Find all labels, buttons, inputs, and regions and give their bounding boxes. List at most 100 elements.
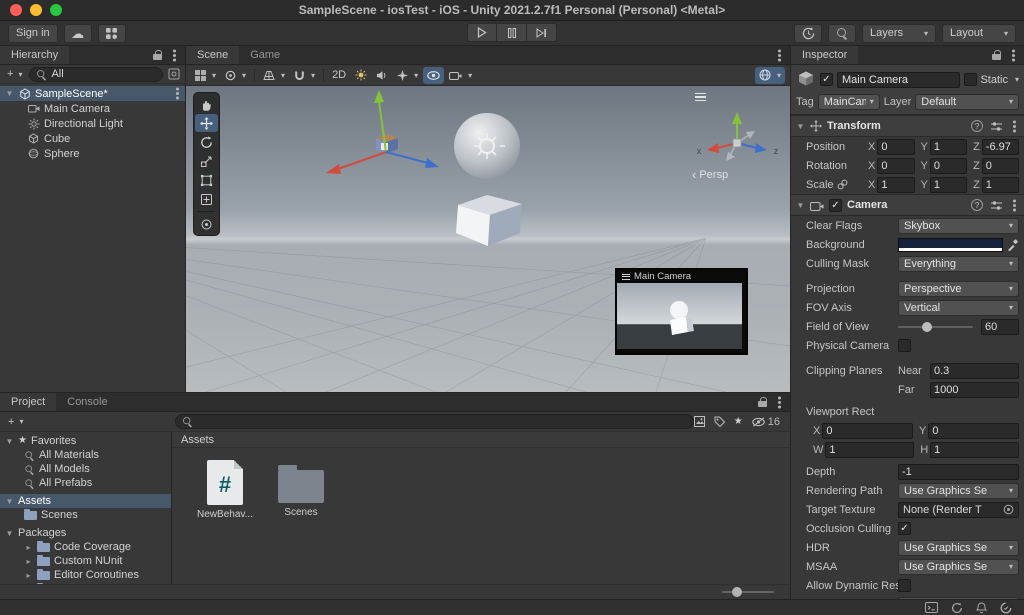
transform-tool[interactable] xyxy=(195,190,218,208)
tab-project[interactable]: Project xyxy=(0,393,56,411)
pause-button[interactable] xyxy=(497,23,527,42)
position-z-field[interactable]: -6.97 xyxy=(982,139,1019,155)
tree-row-packages[interactable]: ▼ Packages xyxy=(0,526,171,540)
tab-hierarchy[interactable]: Hierarchy xyxy=(0,46,69,64)
tree-row-assets[interactable]: ▼ Assets xyxy=(0,494,171,508)
help-icon[interactable]: ? xyxy=(971,120,983,132)
overlay-menu-icon[interactable] xyxy=(695,93,706,101)
depth-field[interactable]: -1 xyxy=(898,464,1019,480)
kebab-menu-icon[interactable] xyxy=(176,92,179,95)
culling-mask-dropdown[interactable]: Everything▾ xyxy=(898,256,1019,272)
2d-toggle[interactable]: 2D xyxy=(328,67,350,84)
lock-icon[interactable] xyxy=(153,50,162,61)
rotate-tool[interactable] xyxy=(195,133,218,151)
static-checkbox[interactable] xyxy=(964,73,977,86)
tag-dropdown[interactable]: MainCam▾ xyxy=(818,94,880,110)
move-gizmo[interactable] xyxy=(326,90,439,174)
tree-row-code-coverage[interactable]: ▸Code Coverage xyxy=(0,540,171,554)
tool-settings-dropdown[interactable]: ▾ xyxy=(191,67,220,84)
hand-tool[interactable] xyxy=(195,95,218,113)
background-color-swatch[interactable] xyxy=(898,238,1003,252)
tree-row-all-materials[interactable]: All Materials xyxy=(0,448,171,462)
sphere-object[interactable] xyxy=(454,113,520,179)
viewport-y-field[interactable]: 0 xyxy=(928,423,1019,439)
tree-row-editor-coroutines[interactable]: ▸Editor Coroutines xyxy=(0,568,171,582)
rotation-y-field[interactable]: 0 xyxy=(930,158,967,174)
scene-viewport[interactable]: x z ‹ Persp Main Camera xyxy=(186,86,790,392)
hierarchy-row-sphere[interactable]: Sphere xyxy=(0,146,185,161)
play-button[interactable] xyxy=(467,23,497,42)
viewport-h-field[interactable]: 1 xyxy=(930,442,1019,458)
fold-caret-icon[interactable]: ▸ xyxy=(24,571,33,580)
gameobject-name-field[interactable]: Main Camera xyxy=(837,72,960,88)
zoom-window-button[interactable] xyxy=(50,4,62,16)
cube-object[interactable] xyxy=(456,195,522,246)
transform-component-header[interactable]: ▼ Transform ? xyxy=(791,115,1024,137)
scene-visibility-toggle[interactable] xyxy=(423,67,444,84)
far-clip-field[interactable]: 1000 xyxy=(930,382,1019,398)
fov-axis-dropdown[interactable]: Vertical▾ xyxy=(898,300,1019,316)
hierarchy-row-cube[interactable]: Cube xyxy=(0,131,185,146)
kebab-menu-icon[interactable] xyxy=(778,54,781,57)
position-y-field[interactable]: 1 xyxy=(930,139,967,155)
gizmos-dropdown[interactable]: ▾ xyxy=(755,67,785,84)
fold-caret-icon[interactable]: ▼ xyxy=(5,497,14,506)
create-object-button[interactable]: +▾ xyxy=(5,68,24,80)
fold-caret-icon[interactable]: ▼ xyxy=(5,437,14,446)
scale-z-field[interactable]: 1 xyxy=(982,177,1019,193)
fold-caret-icon[interactable]: ▼ xyxy=(5,529,14,538)
project-search-input[interactable] xyxy=(197,416,686,428)
snap-dropdown[interactable]: ▾ xyxy=(290,67,319,84)
notifications-icon[interactable] xyxy=(976,602,987,614)
help-icon[interactable]: ? xyxy=(971,199,983,211)
fold-caret-icon[interactable]: ▼ xyxy=(5,89,14,98)
slider-knob[interactable] xyxy=(732,587,742,597)
kebab-menu-icon[interactable] xyxy=(1013,204,1016,207)
rendering-path-dropdown[interactable]: Use Graphics Se▾ xyxy=(898,483,1019,499)
hierarchy-row-directional-light[interactable]: Directional Light xyxy=(0,116,185,131)
kebab-menu-icon[interactable] xyxy=(1012,54,1015,57)
close-window-button[interactable] xyxy=(10,4,22,16)
viewport-x-field[interactable]: 0 xyxy=(822,423,913,439)
occlusion-culling-checkbox[interactable]: ✓ xyxy=(898,522,911,535)
tab-inspector[interactable]: Inspector xyxy=(791,46,858,64)
favorites-star-icon[interactable]: ★ xyxy=(734,417,743,427)
layout-dropdown[interactable]: Layout▾ xyxy=(942,24,1016,43)
plastic-scm-button[interactable] xyxy=(98,24,126,43)
kebab-menu-icon[interactable] xyxy=(778,401,781,404)
slider-knob[interactable] xyxy=(922,322,932,332)
perspective-indicator[interactable]: ‹ Persp xyxy=(692,168,728,181)
fov-slider[interactable] xyxy=(898,326,973,328)
thumbnail-zoom-slider[interactable] xyxy=(722,591,774,593)
search-button[interactable] xyxy=(828,24,856,43)
camera-settings-dropdown[interactable]: ▾ xyxy=(445,67,476,84)
undo-history-button[interactable] xyxy=(794,24,822,43)
scene-picker-icon[interactable] xyxy=(168,68,180,80)
dynamic-resolution-checkbox[interactable] xyxy=(898,579,911,592)
clear-flags-dropdown[interactable]: Skybox▾ xyxy=(898,218,1019,234)
tab-scene[interactable]: Scene xyxy=(186,46,239,64)
object-picker-icon[interactable] xyxy=(1003,504,1014,515)
tree-row-custom-nunit[interactable]: ▸Custom NUnit xyxy=(0,554,171,568)
scale-x-field[interactable]: 1 xyxy=(877,177,914,193)
presets-icon[interactable] xyxy=(990,121,1003,132)
effects-dropdown[interactable]: ▾ xyxy=(393,67,422,84)
position-x-field[interactable]: 0 xyxy=(877,139,914,155)
projection-dropdown[interactable]: Perspective▾ xyxy=(898,281,1019,297)
rotation-x-field[interactable]: 0 xyxy=(877,158,914,174)
minimize-window-button[interactable] xyxy=(30,4,42,16)
tree-row-all-prefabs[interactable]: All Prefabs xyxy=(0,476,171,490)
physical-camera-checkbox[interactable] xyxy=(898,339,911,352)
near-clip-field[interactable]: 0.3 xyxy=(930,363,1019,379)
hierarchy-row-main-camera[interactable]: Main Camera xyxy=(0,101,185,116)
gameobject-icon[interactable] xyxy=(796,70,816,89)
lock-icon[interactable] xyxy=(758,397,767,408)
fold-caret-icon[interactable]: ▸ xyxy=(24,543,33,552)
fold-caret-icon[interactable]: ▼ xyxy=(796,122,805,131)
tree-row-scenes[interactable]: Scenes xyxy=(0,508,171,522)
console-status-icon[interactable] xyxy=(925,602,938,613)
kebab-menu-icon[interactable] xyxy=(173,54,176,57)
rect-tool[interactable] xyxy=(195,171,218,189)
search-by-label-icon[interactable] xyxy=(714,416,725,427)
orientation-gizmo[interactable]: x z xyxy=(697,112,779,161)
